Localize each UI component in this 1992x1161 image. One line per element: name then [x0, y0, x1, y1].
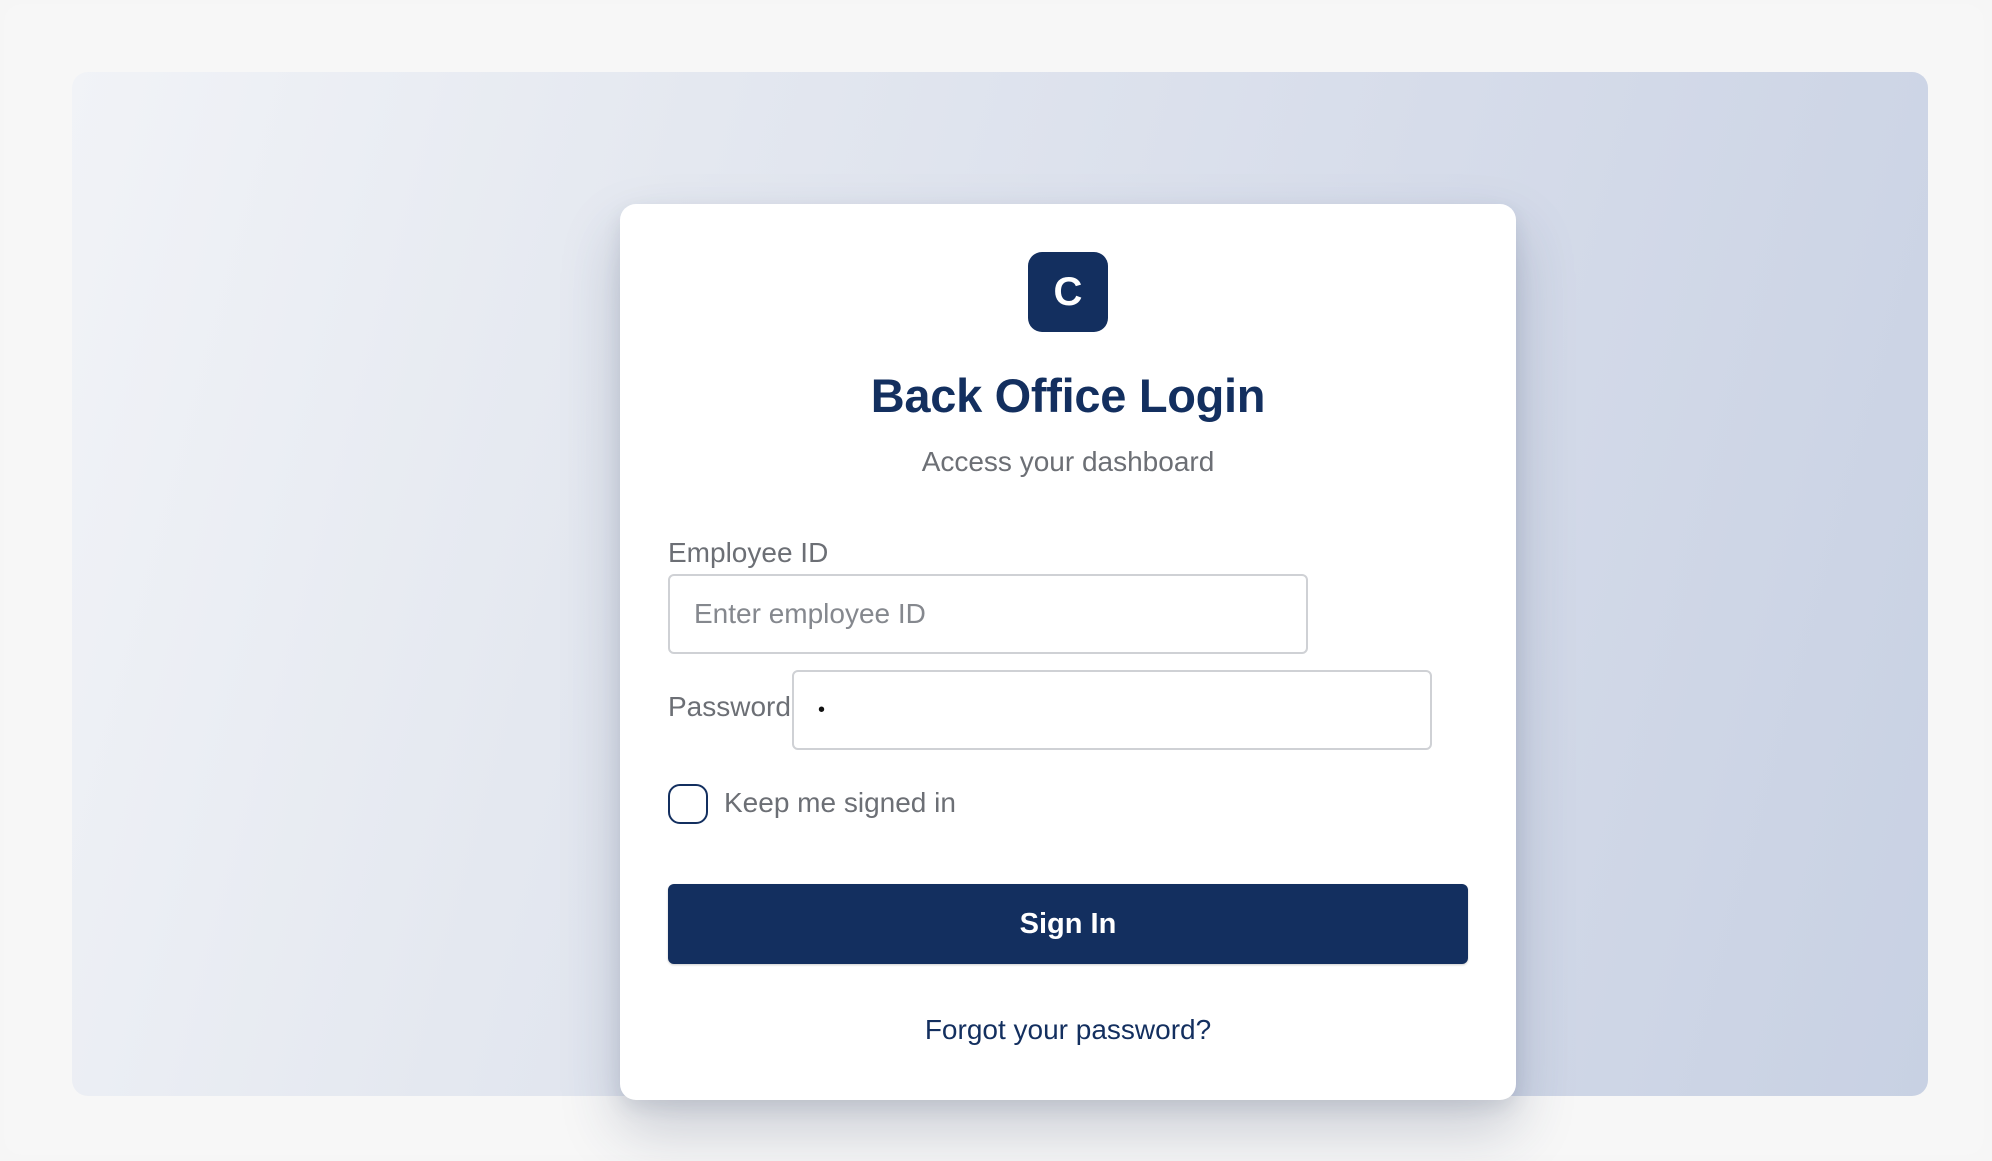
brand-logo: C [1028, 252, 1108, 332]
login-card: C Back Office Login Access your dashboar… [620, 204, 1516, 1100]
employee-id-input[interactable] [668, 574, 1308, 654]
password-input[interactable] [792, 670, 1432, 750]
page-subtitle: Access your dashboard [921, 446, 1215, 477]
employee-id-label: Employee ID [668, 537, 829, 568]
page-frame: C Back Office Login Access your dashboar… [4, 4, 1984, 1155]
password-label: Password [668, 691, 791, 722]
forgot-password-link[interactable]: Forgot your password? [620, 1014, 1516, 1046]
keep-signed-in-label[interactable]: Keep me signed in [724, 787, 956, 819]
sign-in-button-label: Sign In [1019, 907, 1117, 940]
brand-logo-letter: C [1053, 269, 1083, 314]
page-title: Back Office Login [870, 369, 1266, 422]
login-backdrop: C Back Office Login Access your dashboar… [72, 72, 1928, 1100]
sign-in-button[interactable]: Sign In [668, 884, 1468, 964]
keep-signed-in-checkbox[interactable] [668, 784, 708, 824]
